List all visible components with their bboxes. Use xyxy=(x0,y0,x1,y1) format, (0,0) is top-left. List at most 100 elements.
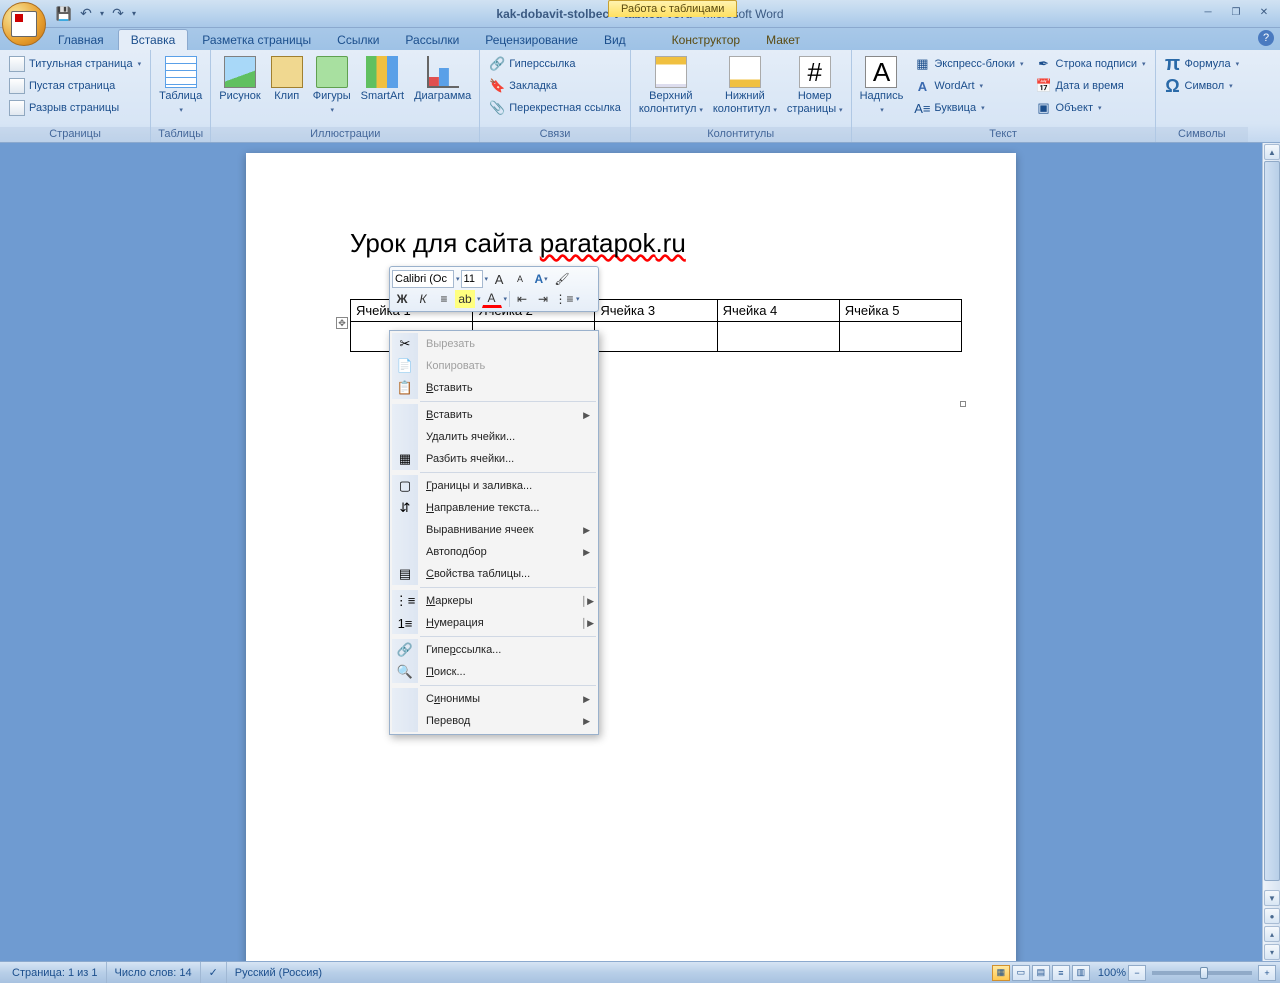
blank-page-button[interactable]: Пустая страница xyxy=(4,75,146,97)
crossref-button[interactable]: 📎Перекрестная ссылка xyxy=(484,97,626,119)
close-button[interactable]: ✕ xyxy=(1252,4,1276,20)
italic-icon[interactable]: К xyxy=(413,290,433,308)
ctx-borders[interactable]: ▢Границы и заливка... xyxy=(392,475,596,497)
page-indicator[interactable]: Страница: 1 из 1 xyxy=(4,962,107,983)
bold-icon[interactable]: Ж xyxy=(392,290,412,308)
table-cell[interactable] xyxy=(595,322,717,352)
table-cell[interactable]: Ячейка 5 xyxy=(839,300,961,322)
table-move-handle[interactable]: ✥ xyxy=(336,317,348,329)
split-arrow-icon[interactable]: │▶ xyxy=(581,596,594,607)
decrease-indent-icon[interactable]: ⇤ xyxy=(512,290,532,308)
print-layout-view[interactable]: ▦ xyxy=(992,965,1010,981)
size-combo[interactable] xyxy=(461,270,483,288)
ctx-bullets[interactable]: ⋮≡Маркеры│▶ xyxy=(392,590,596,612)
page[interactable]: Урок для сайта paratapok.ru ✥ Ячейка 1 Я… xyxy=(246,153,1016,961)
help-button[interactable]: ? xyxy=(1258,30,1274,46)
ctx-delete-cells[interactable]: Удалить ячейки... xyxy=(392,426,596,448)
language-indicator[interactable]: Русский (Россия) xyxy=(227,962,330,983)
bullets-icon[interactable]: ⋮≡ xyxy=(554,290,574,308)
redo-icon[interactable] xyxy=(108,4,128,24)
ctx-copy[interactable]: 📄Копировать xyxy=(392,355,596,377)
tab-view[interactable]: Вид xyxy=(592,30,638,50)
font-color-dropdown[interactable]: ▾ xyxy=(504,295,508,303)
tab-layout[interactable]: Макет xyxy=(754,30,812,50)
ctx-paste[interactable]: 📋Вставить xyxy=(392,377,596,399)
tab-page-layout[interactable]: Разметка страницы xyxy=(190,30,323,50)
table-cell[interactable]: Ячейка 3 xyxy=(595,300,717,322)
ctx-search[interactable]: 🔍Поиск... xyxy=(392,661,596,683)
shapes-button[interactable]: Фигуры▾ xyxy=(309,53,355,118)
table-cell[interactable]: Ячейка 4 xyxy=(717,300,839,322)
heading-text[interactable]: Урок для сайта paratapok.ru xyxy=(350,228,912,259)
font-dropdown[interactable]: ▾ xyxy=(456,275,460,283)
scroll-up-button[interactable]: ▲ xyxy=(1264,144,1280,160)
tab-insert[interactable]: Вставка xyxy=(118,29,189,50)
undo-dropdown[interactable]: ▾ xyxy=(98,4,106,24)
bookmark-button[interactable]: 🔖Закладка xyxy=(484,75,626,97)
web-layout-view[interactable]: ▤ xyxy=(1032,965,1050,981)
table-cell[interactable] xyxy=(717,322,839,352)
ctx-hyperlink[interactable]: 🔗Гиперссылка... xyxy=(392,639,596,661)
ctx-cell-align[interactable]: Выравнивание ячеек▶ xyxy=(392,519,596,541)
font-combo[interactable] xyxy=(392,270,454,288)
tab-designer[interactable]: Конструктор xyxy=(660,30,752,50)
proofing-button[interactable]: ✓ xyxy=(201,962,227,983)
format-painter-icon[interactable]: 🖌 xyxy=(552,270,572,288)
ctx-text-direction[interactable]: ⇵Направление текста... xyxy=(392,497,596,519)
size-dropdown[interactable]: ▾ xyxy=(485,275,489,283)
center-icon[interactable]: ≡ xyxy=(434,290,454,308)
ctx-synonyms[interactable]: Синонимы▶ xyxy=(392,688,596,710)
prev-page-button[interactable]: ▴ xyxy=(1264,926,1280,942)
title-page-button[interactable]: Титульная страница▾ xyxy=(4,53,146,75)
office-button[interactable] xyxy=(2,2,46,46)
next-page-button[interactable]: ▾ xyxy=(1264,944,1280,960)
table-button[interactable]: Таблица▾ xyxy=(155,53,206,118)
scroll-thumb[interactable] xyxy=(1264,161,1280,881)
ctx-insert[interactable]: Вставить▶ xyxy=(392,404,596,426)
zoom-thumb[interactable] xyxy=(1200,967,1208,979)
tab-home[interactable]: Главная xyxy=(46,30,116,50)
datetime-button[interactable]: 📅Дата и время xyxy=(1031,75,1151,97)
quickparts-button[interactable]: ▦Экспресс-блоки▾ xyxy=(909,53,1028,75)
font-color-icon[interactable]: A xyxy=(482,290,502,308)
restore-button[interactable]: ❐ xyxy=(1224,4,1248,20)
clip-button[interactable]: Клип xyxy=(267,53,307,106)
undo-icon[interactable] xyxy=(76,4,96,24)
outline-view[interactable]: ≡ xyxy=(1052,965,1070,981)
textbox-button[interactable]: AНадпись▾ xyxy=(856,53,908,118)
ctx-autofit[interactable]: Автоподбор▶ xyxy=(392,541,596,563)
footer-button[interactable]: Нижний колонтитул ▾ xyxy=(709,53,781,118)
hyperlink-button[interactable]: 🔗Гиперссылка xyxy=(484,53,626,75)
draft-view[interactable]: ▥ xyxy=(1072,965,1090,981)
smartart-button[interactable]: SmartArt xyxy=(357,53,408,106)
table-cell[interactable] xyxy=(839,322,961,352)
tab-review[interactable]: Рецензирование xyxy=(473,30,590,50)
scroll-down-button[interactable]: ▼ xyxy=(1264,890,1280,906)
page-break-button[interactable]: Разрыв страницы xyxy=(4,97,146,119)
picture-button[interactable]: Рисунок xyxy=(215,53,265,106)
increase-indent-icon[interactable]: ⇥ xyxy=(533,290,553,308)
save-icon[interactable] xyxy=(54,4,74,24)
full-screen-view[interactable]: ▭ xyxy=(1012,965,1030,981)
highlight-dropdown[interactable]: ▾ xyxy=(477,295,481,303)
table-resize-handle[interactable] xyxy=(960,401,966,407)
document-area[interactable]: Урок для сайта paratapok.ru ✥ Ячейка 1 Я… xyxy=(0,143,1262,961)
ctx-translate[interactable]: Перевод▶ xyxy=(392,710,596,732)
page-number-button[interactable]: #Номер страницы ▾ xyxy=(783,53,847,118)
ctx-cut[interactable]: ✂Вырезать xyxy=(392,333,596,355)
styles-icon[interactable]: A▾ xyxy=(531,270,551,288)
qat-customize[interactable]: ▾ xyxy=(130,4,138,24)
word-count[interactable]: Число слов: 14 xyxy=(107,962,201,983)
symbol-button[interactable]: Символ▾ xyxy=(1160,75,1245,97)
zoom-slider[interactable] xyxy=(1152,971,1252,975)
wordart-button[interactable]: AWordArt▾ xyxy=(909,75,1028,97)
dropcap-button[interactable]: A≡Буквица▾ xyxy=(909,97,1028,119)
header-button[interactable]: Верхний колонтитул ▾ xyxy=(635,53,707,118)
chart-button[interactable]: Диаграмма xyxy=(410,53,475,106)
split-arrow-icon[interactable]: │▶ xyxy=(581,618,594,629)
signature-button[interactable]: ✒Строка подписи▾ xyxy=(1031,53,1151,75)
tab-mailings[interactable]: Рассылки xyxy=(393,30,471,50)
shrink-font-icon[interactable]: A xyxy=(510,270,530,288)
minimize-button[interactable]: ─ xyxy=(1196,4,1220,20)
bullets-dropdown[interactable]: ▾ xyxy=(576,295,580,303)
